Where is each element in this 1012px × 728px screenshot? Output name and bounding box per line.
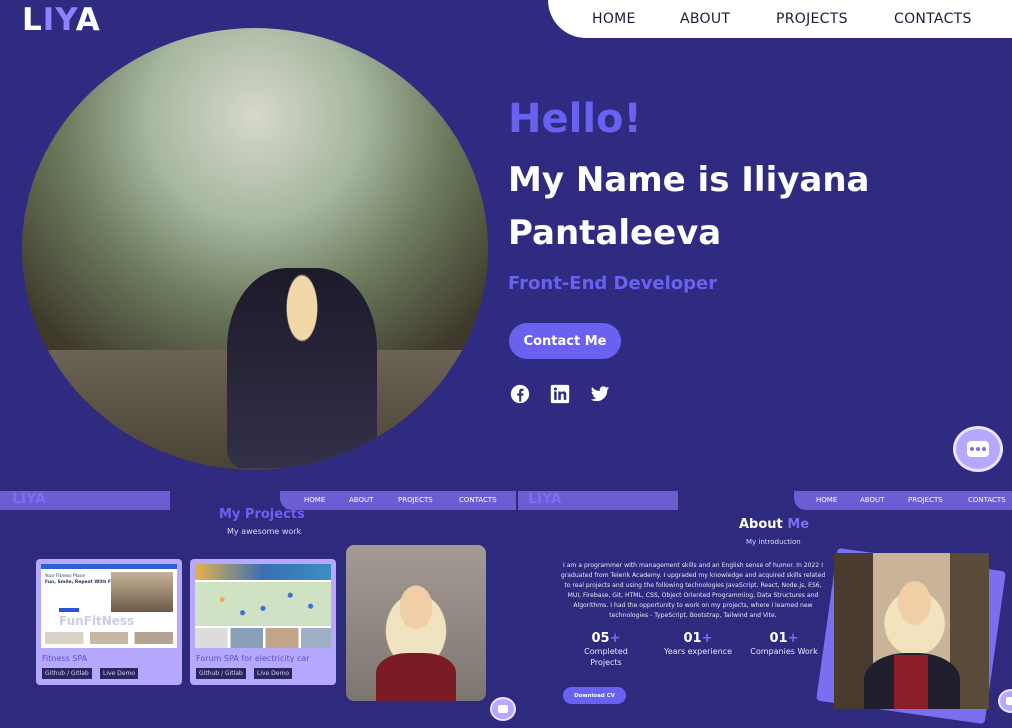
projects-logo[interactable]: LIYA bbox=[12, 491, 46, 507]
projects-nav-about[interactable]: ABOUT bbox=[349, 496, 373, 504]
stat-companies: 01+ Companies Work bbox=[750, 631, 818, 656]
github-button[interactable]: Github / Gitlab bbox=[42, 668, 92, 679]
projects-subtitle: My awesome work bbox=[227, 527, 302, 536]
project-title: Forum SPA for electricity car bbox=[196, 654, 310, 663]
about-nav-home[interactable]: HOME bbox=[816, 496, 837, 504]
chat-button-small[interactable] bbox=[490, 697, 516, 721]
live-demo-button[interactable]: Live Demo bbox=[100, 668, 138, 679]
about-nav: HOME ABOUT PROJECTS CONTACTS bbox=[794, 491, 1012, 510]
about-section-preview: LIYA HOME ABOUT PROJECTS CONTACTS About … bbox=[518, 491, 1012, 728]
chat-button-small[interactable] bbox=[998, 689, 1012, 713]
project-screenshot-fitness: Your Fitness Place Fun, Smile, Repeat Wit… bbox=[41, 564, 177, 648]
facebook-icon[interactable] bbox=[510, 384, 530, 404]
logo-part3: A bbox=[75, 2, 101, 38]
contact-me-button[interactable]: Contact Me bbox=[509, 323, 621, 359]
profile-photo bbox=[22, 28, 488, 470]
about-logo[interactable]: LIYA bbox=[528, 491, 562, 507]
nav-about[interactable]: ABOUT bbox=[680, 11, 730, 27]
project-screenshot-forum bbox=[195, 564, 331, 648]
role-text: Front-End Developer bbox=[508, 273, 718, 294]
greeting-heading: Hello! bbox=[508, 96, 642, 142]
github-button[interactable]: Github / Gitlab bbox=[196, 668, 246, 679]
project-title: Fitness SPA bbox=[42, 654, 88, 663]
chat-button[interactable] bbox=[953, 426, 1003, 472]
projects-nav-contacts[interactable]: CONTACTS bbox=[459, 496, 497, 504]
site-logo[interactable]: LIYA bbox=[22, 2, 101, 38]
about-photo bbox=[834, 553, 989, 709]
profile-photo-small bbox=[346, 545, 486, 701]
linkedin-icon[interactable] bbox=[550, 384, 570, 404]
nav-contacts[interactable]: CONTACTS bbox=[894, 11, 972, 27]
projects-section-preview: LIYA HOME ABOUT PROJECTS CONTACTS My Pro… bbox=[0, 491, 516, 728]
twitter-icon[interactable] bbox=[589, 384, 611, 404]
projects-nav-home[interactable]: HOME bbox=[304, 496, 325, 504]
project-card-fitness[interactable]: Your Fitness Place Fun, Smile, Repeat Wit… bbox=[36, 559, 182, 685]
nav-projects[interactable]: PROJECTS bbox=[776, 11, 848, 27]
project-card-forum[interactable]: Forum SPA for electricity car Github / G… bbox=[190, 559, 336, 685]
hero-section: LIYA HOME ABOUT PROJECTS CONTACTS Hello!… bbox=[0, 0, 1012, 488]
projects-title: My Projects bbox=[219, 507, 305, 522]
photo-person bbox=[227, 268, 377, 468]
screenshot-watermark: FunFitNess bbox=[59, 614, 135, 628]
name-heading: My Name is Iliyana Pantaleeva bbox=[508, 160, 870, 253]
logo-part2: IY bbox=[42, 2, 76, 38]
about-nav-contacts[interactable]: CONTACTS bbox=[968, 496, 1006, 504]
main-nav: HOME ABOUT PROJECTS CONTACTS bbox=[548, 0, 1012, 38]
stat-projects: 05+ Completed Projects bbox=[584, 631, 628, 667]
download-cv-button[interactable]: Download CV bbox=[563, 687, 626, 704]
about-subtitle: My introduction bbox=[746, 538, 801, 546]
about-nav-about[interactable]: ABOUT bbox=[860, 496, 884, 504]
projects-nav-projects[interactable]: PROJECTS bbox=[398, 496, 433, 504]
map-image bbox=[195, 582, 331, 626]
chat-icon bbox=[498, 705, 508, 713]
nav-home[interactable]: HOME bbox=[592, 11, 636, 27]
about-paragraph: I am a programmer with management skills… bbox=[560, 562, 826, 619]
chat-icon bbox=[967, 441, 989, 457]
stat-years: 01+ Years experience bbox=[664, 631, 732, 656]
about-title: About Me bbox=[739, 517, 810, 532]
about-nav-projects[interactable]: PROJECTS bbox=[908, 496, 943, 504]
projects-nav: HOME ABOUT PROJECTS CONTACTS bbox=[280, 491, 516, 510]
logo-part1: L bbox=[22, 2, 43, 38]
chat-icon bbox=[1006, 697, 1012, 705]
live-demo-button[interactable]: Live Demo bbox=[254, 668, 292, 679]
